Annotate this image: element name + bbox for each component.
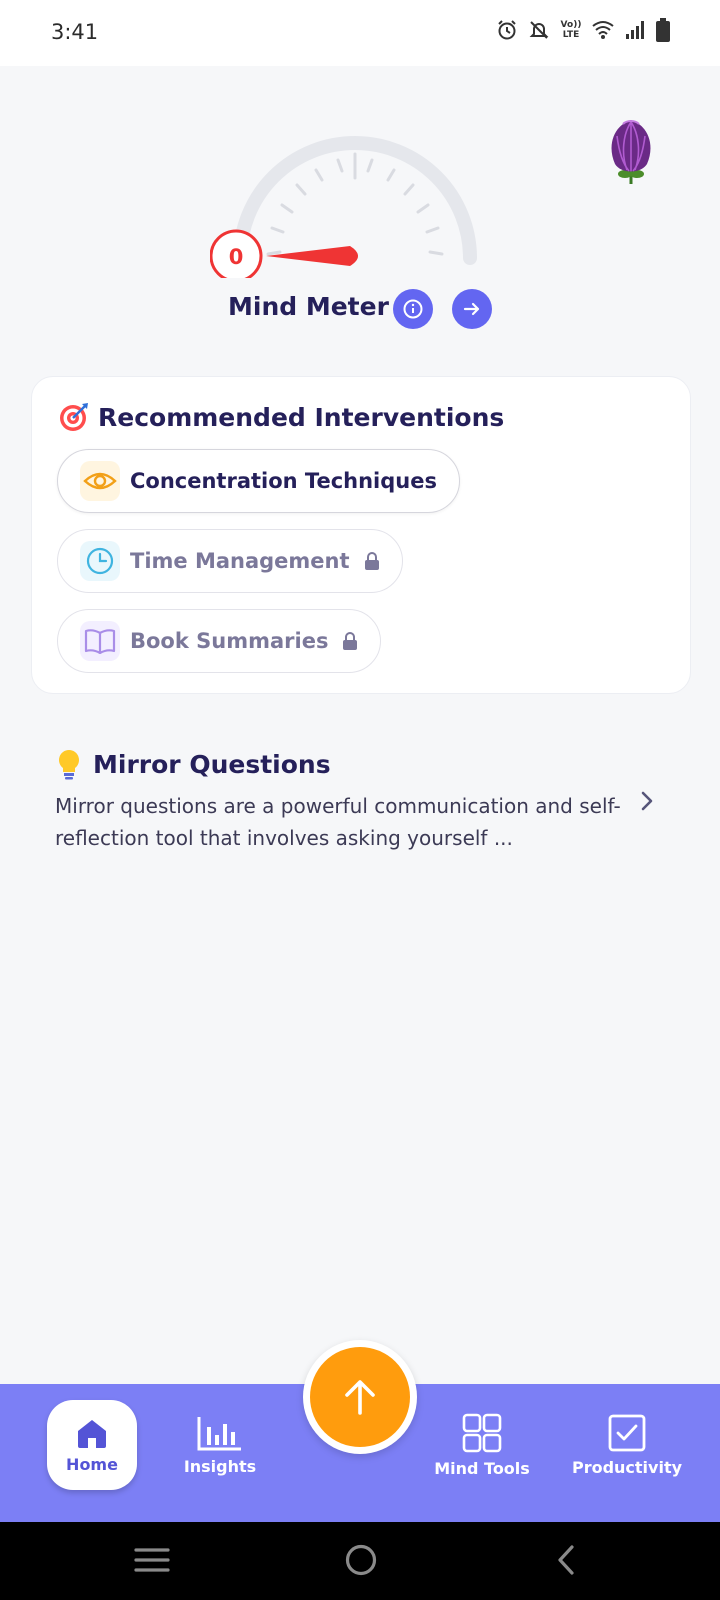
signal-icon [626,21,644,39]
status-time: 3:41 [51,20,99,44]
intervention-label: Concentration Techniques [130,469,437,493]
nav-label: Productivity [571,1457,683,1477]
home-icon [78,1419,106,1448]
chevron-right-icon[interactable] [640,790,654,812]
lock-icon [364,552,379,570]
fab-button[interactable] [310,1347,410,1447]
status-bar: 3:41 Vo)) LTE [0,0,720,66]
mind-meter-label: Mind Meter [228,292,389,321]
intervention-book-summaries[interactable]: Book Summaries [57,609,382,673]
mind-meter-value: 0 [229,245,244,269]
info-icon [403,299,423,319]
intervention-label: Book Summaries [130,629,329,653]
eye-icon [80,461,120,501]
nav-label: Insights [183,1456,257,1476]
info-button[interactable] [393,289,433,329]
intervention-label: Time Management [130,549,350,573]
mind-meter-gauge: 0 [210,136,477,278]
lightbulb-icon [59,750,79,780]
arrow-right-icon [463,302,480,316]
lock-icon [343,632,358,650]
nav-mind-tools[interactable]: Mind Tools [434,1400,530,1490]
interventions-title: Recommended Interventions [98,402,505,432]
intervention-concentration-techniques[interactable]: Concentration Techniques [57,449,460,513]
intervention-time-management[interactable]: Time Management [57,529,403,593]
nav-home[interactable]: Home [47,1400,137,1490]
battery-icon [656,18,670,42]
nav-productivity[interactable]: Productivity [572,1400,682,1490]
bar-chart-icon [197,1416,241,1450]
back-icon[interactable] [552,1542,582,1578]
gauge-ticks [266,152,444,256]
checkbox-icon [608,1414,646,1451]
interventions-header: Recommended Interventions [58,401,504,433]
mirror-questions-header: Mirror Questions [55,748,655,780]
mirror-questions[interactable]: Mirror Questions Mirror questions are a … [55,748,655,854]
alarm-icon [498,20,516,40]
status-icons: Vo)) LTE [496,18,670,42]
mirror-questions-description: Mirror questions are a powerful communic… [55,794,621,850]
gauge-needle [266,246,358,266]
bell-muted-icon [529,21,549,39]
nav-insights[interactable]: Insights [175,1400,265,1490]
wifi-icon [592,21,614,39]
mind-meter-next-button[interactable] [452,289,492,329]
target-icon [60,403,88,431]
flower-avatar[interactable] [603,116,659,186]
book-icon [80,621,120,661]
nav-label: Home [66,1454,118,1474]
recent-apps-icon[interactable] [134,1542,170,1578]
clock-icon [80,541,120,581]
home-system-icon[interactable] [343,1542,379,1578]
volte-icon: Vo)) LTE [560,20,582,40]
fab-ring [303,1340,417,1454]
arrow-up-icon [345,1380,375,1415]
interventions-card: Recommended Interventions Concentration … [31,376,691,694]
nav-label: Mind Tools [434,1458,530,1478]
grid-icon [462,1413,502,1452]
mirror-questions-title: Mirror Questions [93,749,331,779]
